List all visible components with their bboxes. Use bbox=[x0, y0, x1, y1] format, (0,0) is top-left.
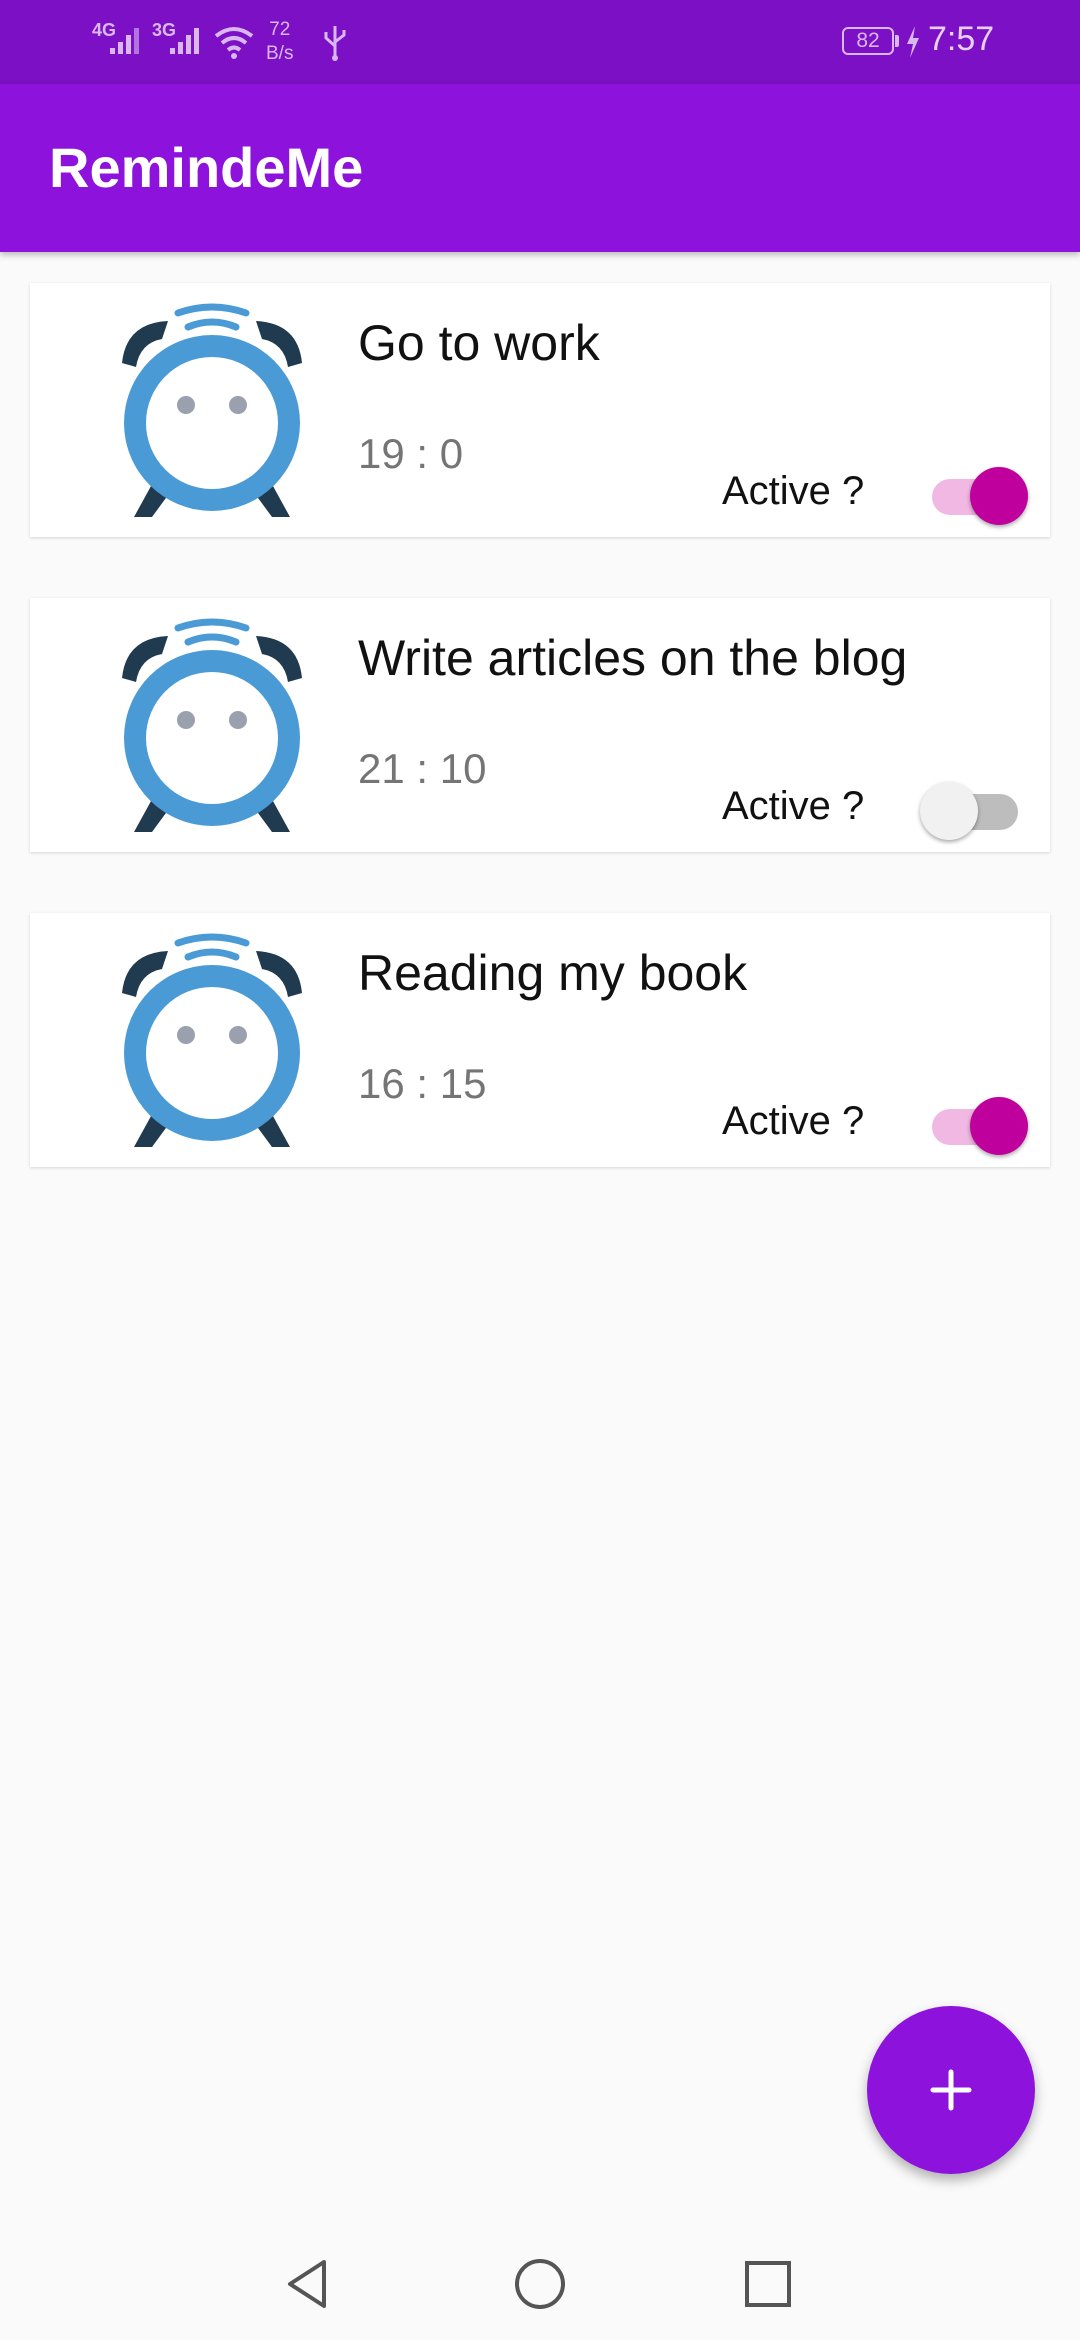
usb-icon bbox=[324, 26, 346, 61]
alarm-clock-icon bbox=[122, 933, 302, 1147]
active-toggle[interactable] bbox=[920, 463, 1030, 525]
active-toggle[interactable] bbox=[920, 778, 1030, 840]
network-speed: 72 B/s bbox=[266, 18, 293, 66]
signal-strength-icon bbox=[110, 28, 139, 54]
reminder-card[interactable]: Go to work 19 : 0 Active ? bbox=[30, 283, 1050, 537]
network-speed-value: 72 bbox=[269, 19, 291, 40]
status-time: 7:57 bbox=[928, 20, 995, 58]
toggle-thumb bbox=[970, 467, 1028, 525]
toggle-thumb bbox=[920, 782, 978, 840]
battery-level: 82 bbox=[842, 27, 894, 55]
app-bar: RemindeMe bbox=[0, 84, 1080, 252]
reminder-title: Write articles on the blog bbox=[358, 630, 908, 686]
signal-strength-icon bbox=[170, 28, 199, 54]
wifi-icon bbox=[214, 27, 254, 59]
toggle-thumb bbox=[970, 1097, 1028, 1155]
reminder-title: Reading my book bbox=[358, 945, 748, 1001]
alarm-clock-icon bbox=[122, 618, 302, 832]
reminder-title: Go to work bbox=[358, 315, 600, 371]
home-circle-icon[interactable] bbox=[510, 2254, 570, 2314]
reminder-time: 16 : 15 bbox=[358, 1060, 487, 1107]
active-label: Active ? bbox=[722, 1099, 865, 1143]
reminder-time: 19 : 0 bbox=[358, 430, 464, 477]
reminder-time: 21 : 10 bbox=[358, 745, 487, 792]
recents-square-icon[interactable] bbox=[738, 2254, 798, 2314]
charging-bolt-icon bbox=[907, 26, 919, 58]
active-toggle[interactable] bbox=[920, 1093, 1030, 1155]
navigation-bar bbox=[0, 2226, 1080, 2340]
network-speed-unit: B/s bbox=[266, 43, 294, 64]
battery-tip bbox=[895, 35, 899, 47]
back-triangle-icon[interactable] bbox=[278, 2254, 338, 2314]
reminder-card[interactable]: Write articles on the blog 21 : 10 Activ… bbox=[30, 598, 1050, 852]
status-bar: 4G 3G 72 B/s 82 7:57 bbox=[0, 0, 1080, 84]
app-title: RemindeMe bbox=[49, 136, 364, 199]
active-label: Active ? bbox=[722, 469, 865, 513]
alarm-clock-icon bbox=[122, 303, 302, 517]
reminder-card[interactable]: Reading my book 16 : 15 Active ? bbox=[30, 913, 1050, 1167]
active-label: Active ? bbox=[722, 784, 865, 828]
add-reminder-button[interactable] bbox=[867, 2006, 1035, 2174]
plus-icon bbox=[930, 2069, 972, 2111]
